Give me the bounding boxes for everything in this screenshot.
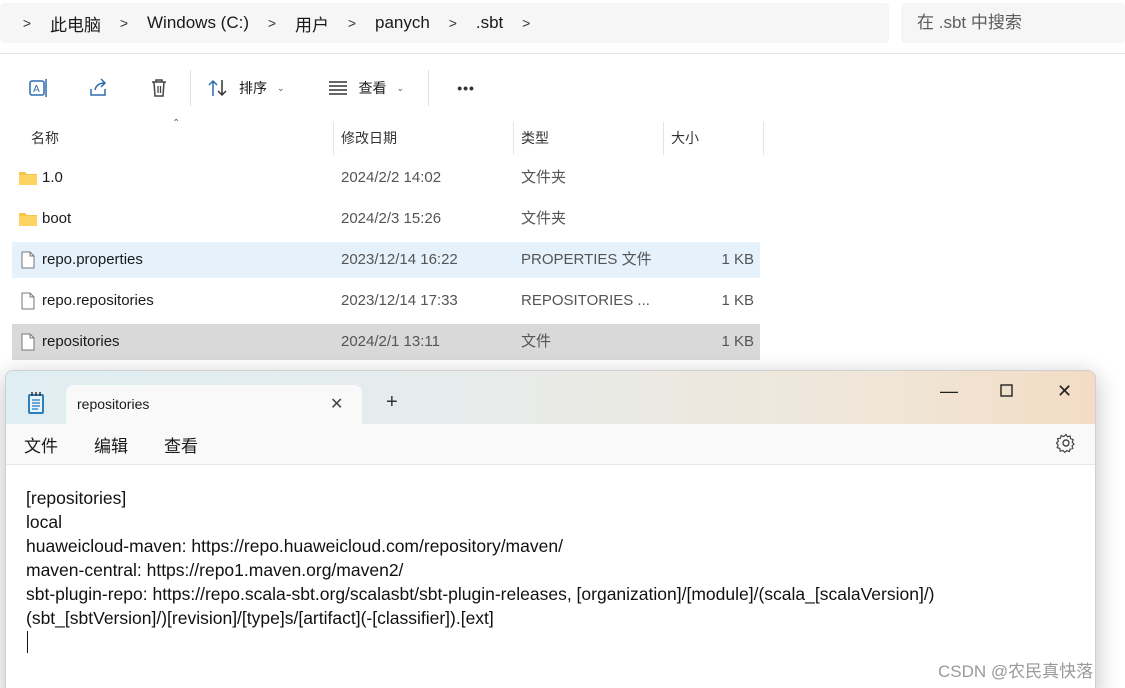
file-icon	[21, 333, 35, 351]
breadcrumb-users[interactable]: 用户	[287, 11, 337, 36]
chevron-down-icon: ⌄	[396, 82, 405, 93]
file-type: 文件夹	[521, 169, 567, 186]
toolbar-divider	[190, 70, 191, 106]
notepad-window: repositories ✕ + — ✕ 文件 编辑 查看 [repositor…	[5, 370, 1096, 688]
text-line: maven-central: https://repo1.maven.org/m…	[26, 560, 404, 580]
address-bar-area: > 此电脑 > Windows (C:) > 用户 > panych > .sb…	[0, 0, 1125, 54]
address-bar[interactable]: > 此电脑 > Windows (C:) > 用户 > panych > .sb…	[0, 3, 889, 43]
file-date: 2024/2/1 13:11	[341, 333, 440, 350]
file-row[interactable]: boot 2024/2/3 15:26 文件夹	[12, 201, 760, 237]
toolbar-divider	[428, 70, 430, 106]
breadcrumb-sbt[interactable]: .sbt	[468, 13, 511, 33]
file-date: 2023/12/14 17:33	[341, 292, 458, 309]
text-cursor	[27, 631, 28, 653]
file-name: repo.properties	[42, 251, 143, 268]
file-row[interactable]: repo.repositories 2023/12/14 17:33 REPOS…	[12, 283, 760, 319]
command-bar: A 排序 ⌄ 查看 ⌄ •••	[0, 54, 1125, 122]
text-line: huaweicloud-maven: https://repo.huaweicl…	[26, 536, 563, 556]
file-list: 1.0 2024/2/2 14:02 文件夹 boot 2024/2/3 15:…	[12, 160, 760, 365]
menu-view[interactable]: 查看	[164, 432, 198, 457]
folder-icon	[19, 213, 37, 226]
notepad-title-bar[interactable]: repositories ✕ + — ✕	[6, 371, 1095, 425]
file-type: 文件	[521, 333, 552, 350]
close-window-icon[interactable]: ✕	[1057, 381, 1072, 402]
text-line: local	[26, 512, 62, 532]
chevron-right-icon[interactable]: >	[511, 15, 541, 31]
column-header-size[interactable]: 大小	[671, 122, 699, 155]
sort-button[interactable]: 排序 ⌄	[199, 78, 293, 98]
svg-text:A: A	[33, 84, 40, 95]
column-divider[interactable]	[513, 122, 514, 155]
editor-text[interactable]: [repositories] local huaweicloud-maven: ht…	[26, 486, 935, 630]
file-row-hovered[interactable]: repositories 2024/2/1 13:11 文件 1 KB	[12, 324, 760, 360]
file-row[interactable]: 1.0 2024/2/2 14:02 文件夹	[12, 160, 760, 196]
chevron-right-icon[interactable]: >	[438, 15, 468, 31]
maximize-icon[interactable]	[1000, 384, 1013, 397]
trash-icon	[152, 79, 166, 97]
menu-edit[interactable]: 编辑	[94, 432, 128, 457]
sort-arrows-icon	[208, 79, 227, 97]
file-date: 2023/12/14 16:22	[341, 251, 458, 268]
text-line: (sbt_[sbtVersion]/)[revision]/[type]s/[a…	[26, 608, 494, 628]
file-name: repositories	[42, 333, 120, 350]
column-divider[interactable]	[663, 122, 664, 155]
file-icon	[21, 292, 35, 310]
text-line: [repositories]	[26, 488, 127, 508]
column-header-type[interactable]: 类型	[521, 122, 549, 155]
file-type: 文件夹	[521, 210, 567, 227]
breadcrumb-user-panych[interactable]: panych	[367, 13, 438, 33]
list-view-icon	[328, 81, 347, 95]
file-name: 1.0	[42, 169, 63, 186]
file-name: repo.repositories	[42, 292, 154, 309]
chevron-down-icon: ⌄	[277, 82, 285, 93]
file-type: PROPERTIES 文件	[521, 251, 652, 268]
view-button[interactable]: 查看 ⌄	[319, 78, 413, 98]
chevron-right-icon[interactable]: >	[337, 15, 367, 31]
notepad-app-icon	[28, 392, 44, 414]
share-icon	[90, 78, 107, 96]
new-tab-icon[interactable]: +	[386, 392, 398, 412]
rename-icon: A	[29, 79, 47, 97]
minimize-icon[interactable]: —	[940, 381, 958, 402]
view-label: 查看	[358, 80, 387, 96]
notepad-editor[interactable]: [repositories] local huaweicloud-maven: ht…	[6, 464, 1095, 688]
folder-icon	[19, 172, 37, 185]
file-row-selected[interactable]: repo.properties 2023/12/14 16:22 PROPERT…	[12, 242, 760, 278]
file-size: 1 KB	[721, 251, 754, 268]
file-icon	[21, 251, 35, 269]
chevron-right-icon[interactable]: >	[12, 15, 42, 31]
breadcrumb-this-pc[interactable]: 此电脑	[42, 11, 109, 36]
column-header-name[interactable]: 名称	[31, 122, 59, 155]
breadcrumb-drive-c[interactable]: Windows (C:)	[139, 13, 257, 33]
notepad-tab[interactable]: repositories ✕	[66, 385, 362, 425]
file-date: 2024/2/2 14:02	[341, 169, 442, 186]
file-size: 1 KB	[721, 333, 754, 350]
watermark: CSDN @农民真快落	[938, 662, 1094, 681]
tab-title: repositories	[77, 396, 150, 412]
text-line: sbt-plugin-repo: https://repo.scala-sbt.…	[26, 584, 935, 604]
chevron-right-icon[interactable]: >	[257, 15, 287, 31]
column-divider[interactable]	[763, 122, 764, 155]
search-input[interactable]: 在 .sbt 中搜索	[901, 3, 1125, 43]
column-divider[interactable]	[333, 122, 334, 155]
menu-file[interactable]: 文件	[24, 432, 58, 457]
more-dots-icon: •••	[457, 80, 475, 96]
share-button[interactable]	[80, 68, 118, 108]
settings-gear-icon[interactable]	[1056, 433, 1076, 453]
sort-ascending-icon: ⌃	[172, 118, 181, 129]
notepad-menu-bar: 文件 编辑 查看	[6, 424, 1095, 464]
close-tab-icon[interactable]: ✕	[330, 394, 343, 414]
more-options-button[interactable]: •••	[447, 68, 485, 108]
column-header-date[interactable]: 修改日期	[341, 122, 397, 155]
file-size: 1 KB	[721, 292, 754, 309]
delete-button[interactable]	[140, 68, 178, 108]
column-header-row: ⌃ 名称 修改日期 类型 大小	[0, 118, 764, 155]
sort-label: 排序	[239, 80, 267, 96]
file-name: boot	[42, 210, 72, 227]
file-date: 2024/2/3 15:26	[341, 210, 442, 227]
chevron-right-icon[interactable]: >	[109, 15, 139, 31]
file-type: REPOSITORIES ...	[521, 292, 650, 309]
rename-button[interactable]: A	[20, 68, 58, 108]
